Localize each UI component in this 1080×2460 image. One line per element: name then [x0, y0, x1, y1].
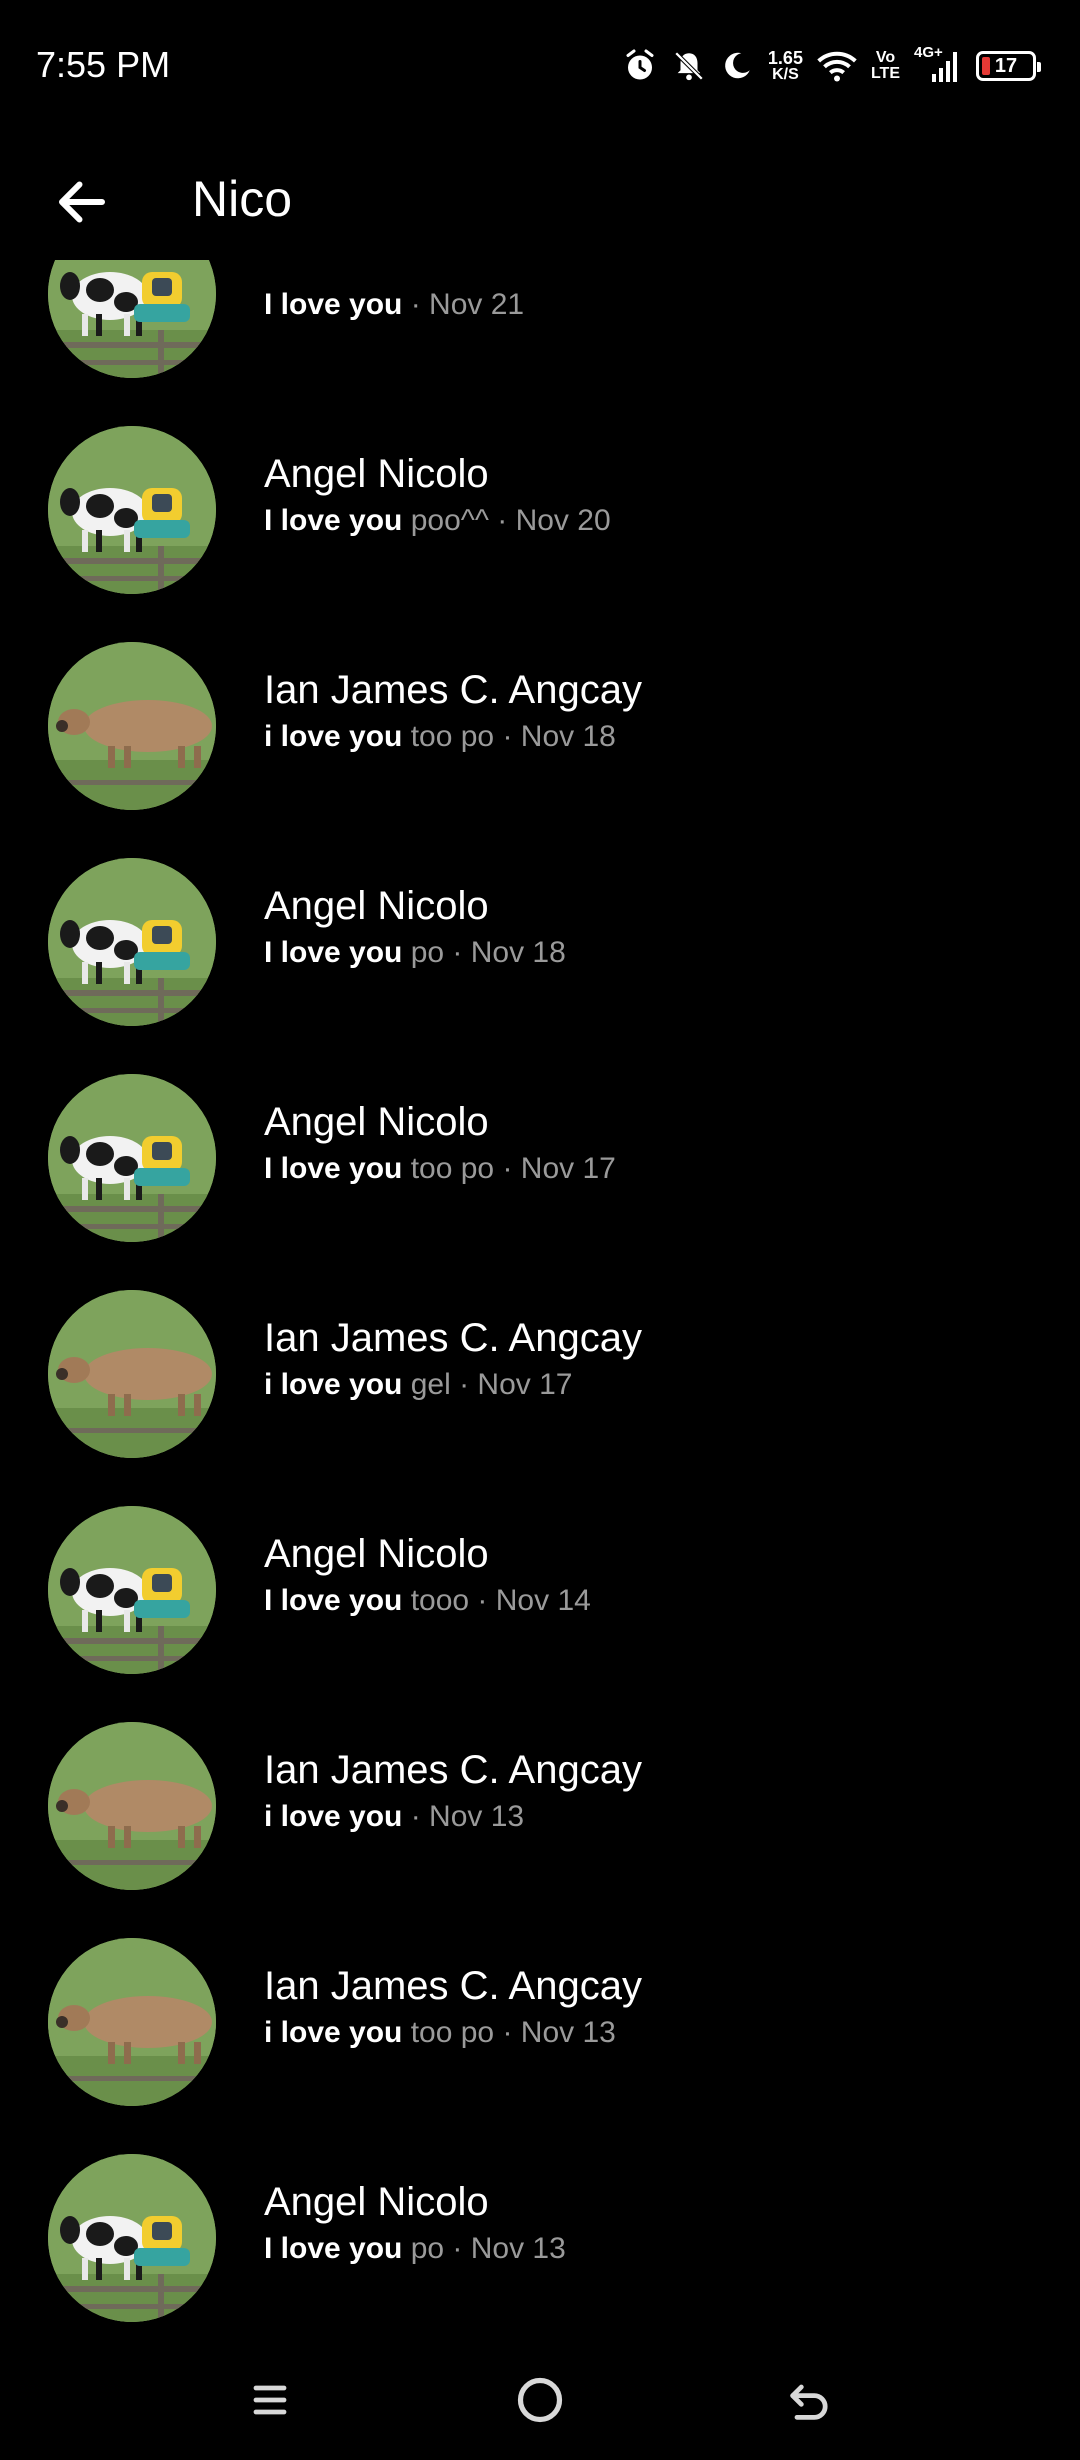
notifications-off-icon: [672, 49, 706, 83]
matched-text: i love you: [264, 2016, 403, 2049]
home-button[interactable]: [500, 2360, 580, 2440]
message-preview: i love you too po · Nov 13: [264, 2016, 616, 2050]
message-result-row[interactable]: Ian James C. Angcay i love you · Nov 13: [0, 1672, 1080, 1890]
status-icons: 1.65 K/S Vo LTE 4G+ 17: [622, 44, 1041, 88]
message-rest-and-date: poo^^ · Nov 20: [402, 504, 611, 537]
wifi-icon: [817, 49, 857, 83]
cow-jersey-avatar: [48, 642, 216, 810]
sender-name: Angel Nicolo: [264, 1100, 489, 1144]
message-search-results[interactable]: I love you · Nov 21 Angel Nicolo I love yo…: [0, 260, 1080, 2340]
matched-text: i love you: [264, 720, 403, 753]
message-preview: i love you · Nov 13: [264, 1800, 524, 1834]
message-preview: I love you too po · Nov 17: [264, 1152, 616, 1186]
home-circle-icon: [517, 2377, 563, 2423]
cow-jersey-avatar: [48, 1290, 216, 1458]
message-rest-and-date: · Nov 13: [402, 1800, 525, 1833]
message-preview: I love you poo^^ · Nov 20: [264, 504, 611, 538]
battery-level: 17: [994, 54, 1018, 77]
matched-text: I love you: [264, 1584, 403, 1617]
message-result-row[interactable]: I love you · Nov 21: [0, 260, 1080, 378]
back-arrow-icon: [790, 2384, 828, 2420]
page-title: Nico: [192, 171, 293, 227]
message-rest-and-date: po · Nov 13: [402, 2232, 566, 2265]
cow-holstein-avatar: [48, 1074, 216, 1242]
message-rest-and-date: gel · Nov 17: [402, 1368, 573, 1401]
network-speed-unit: K/S: [772, 66, 799, 83]
message-preview: I love you po · Nov 13: [264, 2232, 566, 2266]
message-preview: I love you po · Nov 18: [264, 936, 566, 970]
message-result-row[interactable]: Angel Nicolo I love you po · Nov 13: [0, 2104, 1080, 2322]
sender-name: Ian James C. Angcay: [264, 1316, 642, 1360]
sender-name: Ian James C. Angcay: [264, 1964, 642, 2008]
matched-text: I love you: [264, 1152, 403, 1185]
message-preview: i love you gel · Nov 17: [264, 1368, 572, 1402]
message-preview: I love you · Nov 21: [264, 288, 524, 322]
network-speed: 1.65 K/S: [768, 49, 803, 83]
moon-icon: [720, 49, 754, 83]
sender-name: Angel Nicolo: [264, 2180, 489, 2224]
app-header: Nico: [0, 130, 1080, 260]
message-rest-and-date: po · Nov 18: [402, 936, 566, 969]
message-preview: i love you too po · Nov 18: [264, 720, 616, 754]
message-rest-and-date: too po · Nov 17: [402, 1152, 616, 1185]
volte-indicator: Vo LTE: [871, 50, 900, 82]
matched-text: I love you: [264, 2232, 403, 2265]
cellular-signal-icon: 4G+: [914, 44, 962, 86]
cow-holstein-avatar: [48, 858, 216, 1026]
cow-jersey-avatar: [48, 1938, 216, 2106]
message-result-row[interactable]: Ian James C. Angcay i love you too po · N…: [0, 1888, 1080, 2106]
volte-bottom: LTE: [870, 65, 900, 82]
message-result-row[interactable]: Angel Nicolo I love you tooo · Nov 14: [0, 1456, 1080, 1674]
network-speed-value: 1.65: [767, 48, 803, 68]
message-rest-and-date: tooo · Nov 14: [402, 1584, 591, 1617]
back-button[interactable]: [40, 160, 124, 244]
message-rest-and-date: · Nov 21: [402, 288, 525, 321]
volte-top: Vo: [875, 49, 896, 66]
matched-text: I love you: [264, 936, 403, 969]
cow-holstein-avatar: [48, 260, 216, 378]
sender-name: Ian James C. Angcay: [264, 1748, 642, 1792]
message-list: I love you · Nov 21 Angel Nicolo I love yo…: [0, 260, 1080, 2322]
system-back-button[interactable]: [770, 2360, 850, 2440]
message-rest-and-date: too po · Nov 13: [402, 2016, 616, 2049]
cow-holstein-avatar: [48, 2154, 216, 2322]
system-nav-bar: [0, 2340, 1080, 2460]
sender-name: Angel Nicolo: [264, 1532, 489, 1576]
message-result-row[interactable]: Angel Nicolo I love you poo^^ · Nov 20: [0, 376, 1080, 594]
matched-text: i love you: [264, 1368, 403, 1401]
matched-text: I love you: [264, 288, 403, 321]
menu-icon: [253, 2385, 287, 2415]
status-time: 7:55 PM: [36, 44, 171, 85]
sender-name: Ian James C. Angcay: [264, 668, 642, 712]
arrow-left-icon: [59, 181, 105, 223]
cow-holstein-avatar: [48, 426, 216, 594]
message-result-row[interactable]: Angel Nicolo I love you po · Nov 18: [0, 808, 1080, 1026]
sender-name: Angel Nicolo: [264, 884, 489, 928]
sender-name: Angel Nicolo: [264, 452, 489, 496]
cow-jersey-avatar: [48, 1722, 216, 1890]
alarm-icon: [622, 48, 658, 84]
message-result-row[interactable]: Ian James C. Angcay i love you too po · N…: [0, 592, 1080, 810]
recent-apps-button[interactable]: [230, 2360, 310, 2440]
matched-text: I love you: [264, 504, 403, 537]
status-bar: 7:55 PM 1.65 K/S Vo LTE 4G+ 17: [0, 0, 1080, 130]
battery-indicator: 17: [976, 51, 1041, 81]
message-preview: I love you tooo · Nov 14: [264, 1584, 591, 1618]
message-result-row[interactable]: Angel Nicolo I love you too po · Nov 17: [0, 1024, 1080, 1242]
cow-holstein-avatar: [48, 1506, 216, 1674]
screen: 7:55 PM 1.65 K/S Vo LTE 4G+ 17 Nico I lo…: [0, 0, 1080, 2460]
matched-text: i love you: [264, 1800, 403, 1833]
message-result-row[interactable]: Ian James C. Angcay i love you gel · Nov …: [0, 1240, 1080, 1458]
message-rest-and-date: too po · Nov 18: [402, 720, 616, 753]
